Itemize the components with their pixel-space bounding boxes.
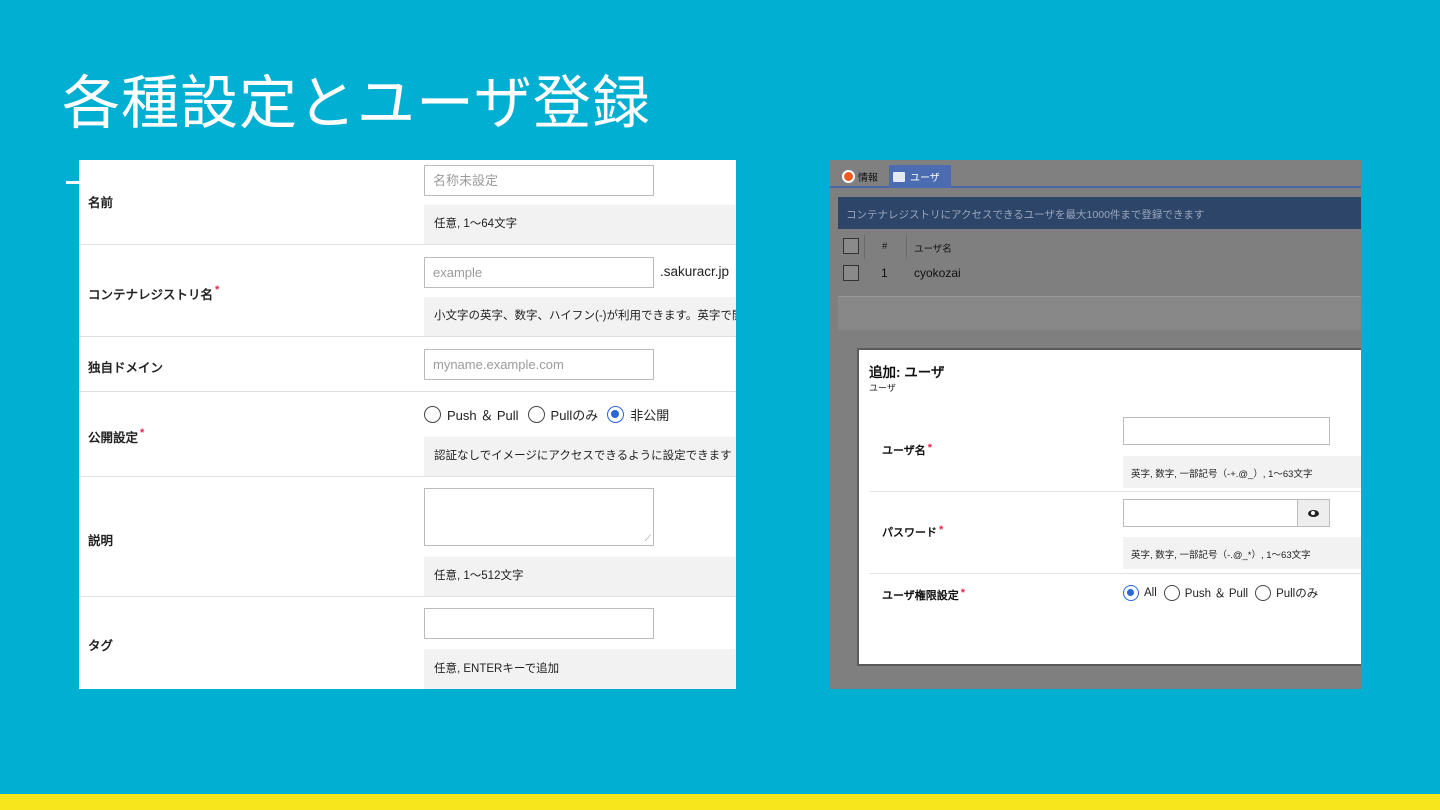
username-label: ユーザ名 *	[882, 442, 933, 457]
row-username: cyokozai	[914, 266, 961, 280]
radio-push-pull-label: Push ＆ Pull	[447, 408, 519, 423]
modal-row-password: パスワード * 英字, 数字, 一部記号（-.@_*）, 1〜63文字	[869, 492, 1361, 574]
tags-hint: 任意, ENTERキーで追加	[424, 649, 736, 689]
form-row-name: 名前 名称未設定 任意, 1〜64文字	[79, 160, 736, 245]
name-hint: 任意, 1〜64文字	[424, 205, 736, 244]
column-divider	[906, 235, 907, 259]
description-textarea[interactable]: ⟋	[424, 488, 654, 546]
title-underline	[66, 181, 80, 184]
radio-permission-all[interactable]	[1123, 585, 1139, 601]
info-icon	[842, 170, 855, 183]
permission-label: ユーザ権限設定 *	[882, 587, 966, 602]
add-user-modal: 追加: ユーザ ユーザ ユーザ名 * 英字, 数字, 一部記号（-+.@_）, 1…	[857, 348, 1361, 666]
modal-row-permission: ユーザ権限設定 * All Push ＆ Pull Pullのみ	[869, 574, 1361, 618]
registry-name-input[interactable]: example	[424, 257, 654, 288]
registry-settings-form: 名前 名称未設定 任意, 1〜64文字 コンテナレジストリ名 * example …	[79, 160, 736, 689]
radio-pull-only[interactable]	[527, 406, 545, 423]
tab-users[interactable]: ユーザ	[889, 165, 951, 188]
slide-title: 各種設定とユーザ登録	[62, 69, 651, 137]
domain-input[interactable]: myname.example.com	[424, 349, 654, 380]
registry-hint: 小文字の英字、数字、ハイフン(-)が利用できます。英字で開	[424, 297, 736, 336]
username-hint: 英字, 数字, 一部記号（-+.@_）, 1〜63文字	[1123, 456, 1361, 488]
tags-label: タグ	[88, 639, 114, 653]
form-row-description: 説明 ⟋ 任意, 1〜512文字	[79, 477, 736, 597]
radio-pull-only-label: Pullのみ	[550, 408, 599, 423]
radio-permission-push-pull-label: Push ＆ Pull	[1184, 588, 1249, 600]
column-index-header: #	[882, 241, 888, 252]
form-row-registry: コンテナレジストリ名 * example .sakuracr.jp 小文字の英字、…	[79, 245, 736, 337]
form-row-domain: 独自ドメイン myname.example.com	[79, 337, 736, 392]
domain-label: 独自ドメイン	[88, 361, 164, 375]
user-list-header: # ユーザ名	[838, 235, 1361, 259]
radio-private-label: 非公開	[630, 408, 670, 423]
eye-icon	[1308, 509, 1319, 517]
form-row-visibility: 公開設定 * Push ＆ Pull Pullのみ 非公開 認証なしでイメージにア…	[79, 392, 736, 477]
radio-permission-all-label: All	[1144, 587, 1157, 599]
required-mark: *	[215, 284, 220, 296]
description-hint: 任意, 1〜512文字	[424, 557, 736, 596]
radio-push-pull[interactable]	[424, 406, 441, 423]
table-row[interactable]: 1 cyokozai	[838, 263, 1361, 285]
visibility-hint: 認証なしでイメージにアクセスできるように設定できます	[424, 437, 736, 476]
row-checkbox[interactable]	[843, 265, 859, 281]
radio-permission-push-pull[interactable]	[1163, 585, 1180, 601]
tab-bar: 情報 ユーザ	[830, 160, 1361, 188]
password-hint: 英字, 数字, 一部記号（-.@_*）, 1〜63文字	[1123, 537, 1361, 569]
row-index: 1	[881, 266, 888, 280]
tab-info-label: 情報	[858, 173, 878, 184]
show-password-button[interactable]	[1297, 500, 1329, 526]
column-username-header: ユーザ名	[914, 244, 952, 255]
registry-suffix: .sakuracr.jp	[660, 264, 730, 279]
radio-permission-pull-only-label: Pullのみ	[1276, 588, 1319, 600]
tab-users-label: ユーザ	[910, 173, 940, 184]
username-input[interactable]	[1123, 417, 1330, 445]
list-footer-area	[838, 296, 1361, 330]
tags-input[interactable]	[424, 608, 654, 639]
password-input[interactable]	[1123, 499, 1330, 527]
required-mark: *	[939, 524, 944, 536]
tab-info[interactable]: 情報	[838, 165, 882, 188]
name-input[interactable]: 名称未設定	[424, 165, 654, 196]
resize-grip-icon[interactable]: ⟋	[645, 534, 651, 543]
users-icon	[893, 171, 905, 182]
password-label: パスワード *	[882, 524, 944, 539]
modal-subtitle: ユーザ	[869, 383, 896, 393]
visibility-radio-group: Push ＆ Pull Pullのみ 非公開	[424, 405, 678, 424]
radio-private[interactable]	[607, 406, 625, 423]
user-registration-panel: 情報 ユーザ コンテナレジストリにアクセスできるユーザを最大1000件まで登録で…	[830, 160, 1361, 689]
modal-row-username: ユーザ名 * 英字, 数字, 一部記号（-+.@_）, 1〜63文字	[869, 412, 1361, 492]
radio-permission-pull-only[interactable]	[1255, 585, 1272, 601]
form-row-tags: タグ 任意, ENTERキーで追加	[79, 597, 736, 689]
bottom-accent-bar	[0, 794, 1440, 810]
description-label: 説明	[88, 534, 114, 548]
permission-radio-group: All Push ＆ Pull Pullのみ	[1123, 585, 1325, 601]
modal-title: 追加: ユーザ	[869, 365, 945, 380]
registry-label: コンテナレジストリ名 *	[88, 284, 220, 302]
name-label: 名前	[88, 196, 114, 210]
required-mark: *	[140, 427, 145, 439]
required-mark: *	[960, 587, 966, 599]
select-all-checkbox[interactable]	[843, 238, 859, 254]
user-limit-notice: コンテナレジストリにアクセスできるユーザを最大1000件まで登録できます	[838, 197, 1361, 229]
visibility-label: 公開設定 *	[88, 427, 145, 445]
column-divider	[864, 235, 865, 259]
required-mark: *	[927, 442, 933, 454]
